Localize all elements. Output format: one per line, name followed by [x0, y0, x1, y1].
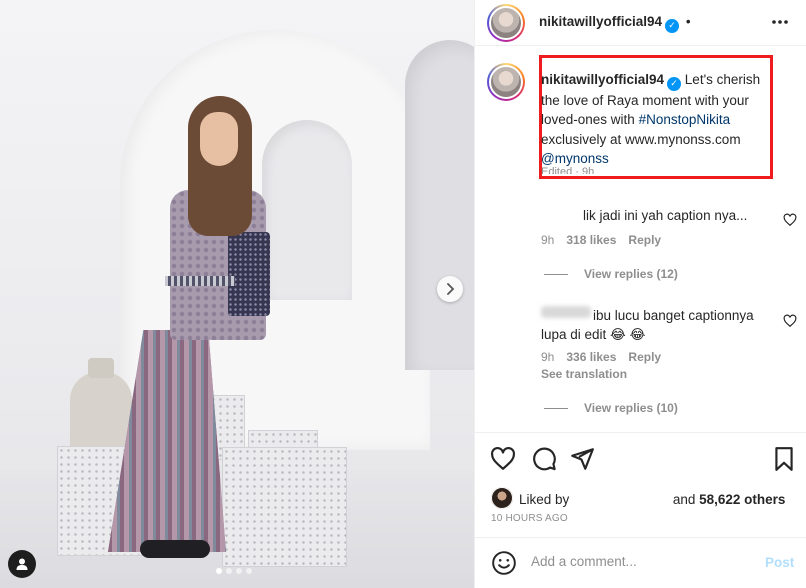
- carousel-dot: [216, 568, 222, 574]
- post-image[interactable]: [0, 0, 474, 588]
- view-replies-button[interactable]: View replies (12): [544, 267, 678, 281]
- like-icon[interactable]: [490, 446, 516, 472]
- likes-count[interactable]: 58,622 others: [699, 492, 785, 507]
- post-timestamp[interactable]: 10 HOURS AGO: [491, 513, 568, 524]
- view-replies-button[interactable]: View replies (10): [544, 401, 678, 415]
- liker-avatar[interactable]: [491, 487, 513, 509]
- comment-meta: 9h 318 likes Reply: [541, 233, 661, 247]
- carousel-dot: [226, 568, 232, 574]
- next-slide-button[interactable]: [437, 276, 463, 302]
- more-options-button[interactable]: [771, 12, 789, 37]
- replies-divider: [544, 407, 568, 409]
- comment-text: lik jadi ini yah caption nya...: [583, 208, 748, 223]
- view-replies-label[interactable]: View replies (12): [584, 267, 678, 281]
- reply-button[interactable]: Reply: [628, 350, 661, 364]
- more-horizontal-icon: [772, 20, 788, 24]
- see-translation-label[interactable]: See translation: [541, 367, 627, 381]
- caption: nikitawillyofficial94 ✓ Let's cherish the…: [541, 70, 771, 169]
- author-username-text[interactable]: nikitawillyofficial94: [539, 14, 662, 29]
- model-face: [200, 112, 238, 166]
- header-dot: •: [685, 14, 691, 29]
- reply-button[interactable]: Reply: [628, 233, 661, 247]
- see-translation-button[interactable]: See translation: [541, 367, 627, 381]
- tagged-users-button[interactable]: [8, 550, 36, 578]
- caption-username[interactable]: nikitawillyofficial94: [541, 72, 664, 87]
- comment-text: ibu lucu banget captionnya lupa di edit …: [541, 308, 754, 342]
- carousel-dot: [246, 568, 252, 574]
- comment-likes[interactable]: 336 likes: [566, 350, 616, 364]
- caption-avatar[interactable]: [487, 63, 525, 101]
- like-comment-icon[interactable]: [783, 314, 797, 328]
- add-comment-bar: Post: [475, 537, 806, 588]
- post-header: nikitawillyofficial94 ✓ •: [475, 0, 806, 46]
- model-belt: [165, 276, 235, 286]
- share-icon[interactable]: [569, 446, 595, 472]
- post-details-panel: nikitawillyofficial94 ✓ • nikitawillyoffi…: [474, 0, 806, 588]
- author-avatar[interactable]: [487, 4, 525, 42]
- carousel-indicator: [216, 568, 252, 574]
- comment-input[interactable]: [531, 554, 751, 569]
- save-bookmark-icon[interactable]: [771, 446, 797, 472]
- background-arch-right: [405, 40, 474, 370]
- comment-icon[interactable]: [531, 446, 557, 472]
- emoji-icon[interactable]: [491, 550, 517, 576]
- background-arch-small: [262, 120, 352, 300]
- replies-divider: [544, 273, 568, 275]
- hidden-username: [541, 202, 581, 222]
- carousel-dot: [236, 568, 242, 574]
- and-label: and: [672, 492, 696, 507]
- hashtag-link[interactable]: #NonstopNikita: [639, 112, 731, 127]
- like-comment-icon[interactable]: [783, 213, 797, 227]
- liked-by-label: Liked by: [519, 492, 570, 507]
- post-comment-button[interactable]: Post: [765, 555, 794, 570]
- comment-meta: 9h 336 likes Reply: [541, 350, 661, 364]
- terrazzo-block: [222, 447, 347, 567]
- comment-time: 9h: [541, 350, 555, 364]
- model-sleeve: [228, 232, 270, 316]
- edited-label: Edited · 9h: [541, 166, 595, 174]
- view-replies-label[interactable]: View replies (10): [584, 401, 678, 415]
- comment-likes[interactable]: 318 likes: [566, 233, 616, 247]
- author-username[interactable]: nikitawillyofficial94 ✓ •: [539, 14, 691, 33]
- liked-by: Liked by and 58,622 others: [519, 492, 785, 507]
- model-shoes: [140, 540, 210, 558]
- mention-link[interactable]: @mynonss: [541, 151, 609, 166]
- user-icon: [16, 558, 28, 570]
- chevron-right-icon: [447, 283, 455, 295]
- comment-time: 9h: [541, 233, 555, 247]
- caption-text-2: exclusively at www.mynonss.com: [541, 131, 741, 147]
- verified-badge-icon: ✓: [665, 18, 680, 33]
- verified-badge-icon: ✓: [667, 76, 682, 91]
